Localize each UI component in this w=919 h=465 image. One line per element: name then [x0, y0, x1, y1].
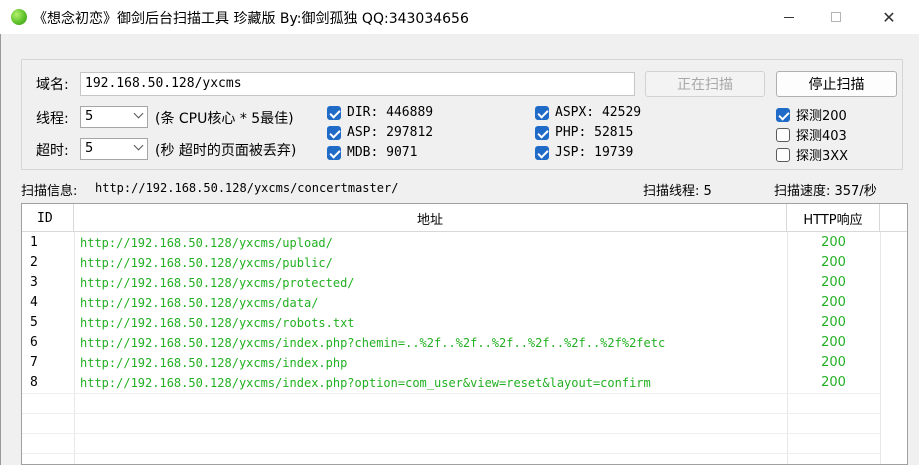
- checkbox-checked-icon: [776, 107, 790, 122]
- close-button[interactable]: ✕: [866, 0, 912, 34]
- row-id: 7: [30, 355, 38, 370]
- row-http-code: 200: [821, 235, 846, 250]
- row-url: http://192.168.50.128/yxcms/public/: [80, 256, 333, 270]
- dict-php-label: PHP: 52815: [555, 125, 634, 140]
- checkbox-checked-icon: [327, 145, 341, 160]
- probe-3xx-checkbox[interactable]: 探测3XX: [776, 145, 848, 164]
- row-http-code: 200: [821, 275, 846, 290]
- row-id: 8: [30, 375, 38, 390]
- threads-select[interactable]: 5: [80, 106, 148, 128]
- table-row[interactable]: 2 http://192.168.50.128/yxcms/public/ 20…: [22, 253, 907, 273]
- column-header-id[interactable]: ID: [22, 204, 74, 232]
- table-row[interactable]: 5 http://192.168.50.128/yxcms/robots.txt…: [22, 313, 907, 333]
- timeout-value: 5: [85, 141, 94, 156]
- checkbox-unchecked-icon: [776, 127, 790, 142]
- results-table[interactable]: ID 地址 HTTP响应 1 http://192.168.50.128/yxc…: [21, 203, 908, 465]
- minimize-button[interactable]: [766, 0, 812, 34]
- checkbox-checked-icon: [535, 105, 549, 120]
- row-http-code: 200: [821, 375, 846, 390]
- row-url: http://192.168.50.128/yxcms/index.php: [80, 356, 348, 370]
- row-url: http://192.168.50.128/yxcms/index.php?op…: [80, 376, 651, 390]
- threads-hint: (条 CPU核心 * 5最佳): [155, 111, 294, 127]
- probe-403-label: 探测403: [796, 129, 847, 144]
- probe-200-label: 探测200: [796, 109, 847, 124]
- minimize-icon: [784, 16, 794, 18]
- threads-label: 线程:: [36, 111, 69, 127]
- dict-php-checkbox[interactable]: PHP: 52815: [535, 125, 633, 140]
- chevron-down-icon: [133, 140, 144, 151]
- checkbox-checked-icon: [535, 145, 549, 160]
- app-icon: [11, 9, 27, 25]
- row-id: 3: [30, 275, 38, 290]
- checkbox-checked-icon: [327, 105, 341, 120]
- row-http-code: 200: [821, 315, 846, 330]
- probe-200-checkbox[interactable]: 探测200: [776, 105, 847, 124]
- scan-info-value: http://192.168.50.128/yxcms/concertmaste…: [95, 181, 399, 195]
- scanning-button[interactable]: 正在扫描: [645, 71, 765, 97]
- title-bar: 《想念初恋》御剑后台扫描工具 珍藏版 By:御剑孤独 QQ:343034656 …: [0, 0, 919, 34]
- table-row[interactable]: 4 http://192.168.50.128/yxcms/data/ 200: [22, 293, 907, 313]
- maximize-button[interactable]: [813, 0, 859, 34]
- row-url: http://192.168.50.128/yxcms/upload/: [80, 236, 333, 250]
- table-row[interactable]: 6 http://192.168.50.128/yxcms/index.php?…: [22, 333, 907, 353]
- checkbox-unchecked-icon: [776, 147, 790, 162]
- row-id: 2: [30, 255, 38, 270]
- dict-dir-label: DIR: 446889: [347, 105, 434, 120]
- probe-3xx-label: 探测3XX: [796, 149, 849, 164]
- row-http-code: 200: [821, 255, 846, 270]
- scan-speed-status: 扫描速度: 357/秒: [774, 184, 877, 199]
- checkbox-checked-icon: [535, 125, 549, 140]
- row-http-code: 200: [821, 295, 846, 310]
- row-id: 4: [30, 295, 38, 310]
- maximize-icon: [831, 12, 841, 22]
- dict-asp-checkbox[interactable]: ASP: 297812: [327, 125, 433, 140]
- domain-label: 域名:: [36, 77, 69, 93]
- timeout-hint: (秒 超时的页面被丢弃): [155, 143, 297, 159]
- dict-jsp-checkbox[interactable]: JSP: 19739: [535, 145, 633, 160]
- dict-aspx-label: ASPX: 42529: [555, 105, 642, 120]
- table-header: ID 地址 HTTP响应: [22, 204, 907, 232]
- row-id: 6: [30, 335, 38, 350]
- dict-aspx-checkbox[interactable]: ASPX: 42529: [535, 105, 641, 120]
- row-url: http://192.168.50.128/yxcms/robots.txt: [80, 316, 355, 330]
- table-row[interactable]: 8 http://192.168.50.128/yxcms/index.php?…: [22, 373, 907, 393]
- dict-mdb-checkbox[interactable]: MDB: 9071: [327, 145, 417, 160]
- scan-threads-status: 扫描线程: 5: [643, 184, 712, 199]
- threads-value: 5: [85, 109, 94, 124]
- row-url: http://192.168.50.128/yxcms/data/: [80, 296, 319, 310]
- row-http-code: 200: [821, 335, 846, 350]
- stop-scan-button[interactable]: 停止扫描: [776, 71, 897, 97]
- empty-row: [22, 453, 880, 464]
- row-id: 1: [30, 235, 38, 250]
- probe-403-checkbox[interactable]: 探测403: [776, 125, 847, 144]
- dict-asp-label: ASP: 297812: [347, 125, 434, 140]
- table-row[interactable]: 7 http://192.168.50.128/yxcms/index.php …: [22, 353, 907, 373]
- domain-input[interactable]: 192.168.50.128/yxcms: [80, 72, 635, 96]
- scan-info-label: 扫描信息:: [21, 184, 78, 199]
- table-row[interactable]: 1 http://192.168.50.128/yxcms/upload/ 20…: [22, 233, 907, 253]
- close-icon: ✕: [882, 7, 896, 27]
- window-title: 《想念初恋》御剑后台扫描工具 珍藏版 By:御剑孤独 QQ:343034656: [33, 11, 469, 27]
- column-header-http[interactable]: HTTP响应: [787, 204, 880, 232]
- empty-row: [22, 393, 880, 413]
- empty-row: [22, 433, 880, 453]
- row-url: http://192.168.50.128/yxcms/protected/: [80, 276, 355, 290]
- row-url: http://192.168.50.128/yxcms/index.php?ch…: [80, 336, 666, 350]
- dict-dir-checkbox[interactable]: DIR: 446889: [327, 105, 433, 120]
- column-header-address[interactable]: 地址: [74, 204, 787, 232]
- table-row[interactable]: 3 http://192.168.50.128/yxcms/protected/…: [22, 273, 907, 293]
- row-id: 5: [30, 315, 38, 330]
- chevron-down-icon: [133, 108, 144, 119]
- checkbox-checked-icon: [327, 125, 341, 140]
- row-http-code: 200: [821, 355, 846, 370]
- dict-mdb-label: MDB: 9071: [347, 145, 418, 160]
- dict-jsp-label: JSP: 19739: [555, 145, 634, 160]
- timeout-select[interactable]: 5: [80, 138, 148, 160]
- timeout-label: 超时:: [36, 143, 69, 159]
- empty-row: [22, 413, 880, 433]
